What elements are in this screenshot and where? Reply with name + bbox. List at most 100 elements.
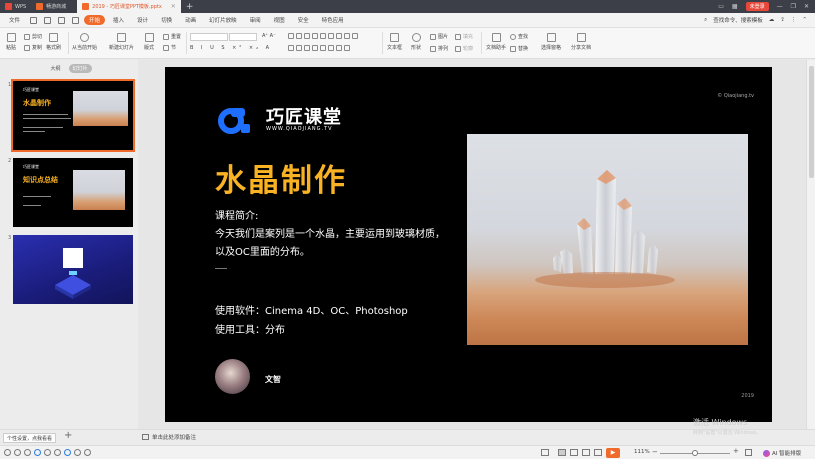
fit-window-icon[interactable] xyxy=(745,449,752,456)
reading-view-icon[interactable] xyxy=(582,449,590,456)
close-icon[interactable]: ✕ xyxy=(804,3,809,10)
ppt-icon xyxy=(82,3,90,10)
status-icon-2[interactable] xyxy=(14,449,21,456)
collapse-icon[interactable]: ⌃ xyxy=(802,17,807,23)
menu-insert[interactable]: 插入 xyxy=(108,15,129,25)
select-pane-button[interactable]: 选择窗格 xyxy=(541,33,561,51)
share-doc-icon xyxy=(576,33,586,42)
slideshow-play-button[interactable]: ▶ xyxy=(606,448,620,458)
shape-button[interactable]: 形状 xyxy=(411,33,421,51)
add-slide-icon[interactable]: + xyxy=(64,430,72,441)
panel-bottom-bar: 个性设置，点我看看 + xyxy=(0,429,138,445)
menu-slideshow[interactable]: 幻灯片放映 xyxy=(204,15,242,25)
status-icon-6[interactable] xyxy=(54,449,61,456)
close-tab-icon[interactable]: ✕ xyxy=(171,3,176,10)
font-size-select[interactable] xyxy=(229,33,257,41)
more-icon[interactable]: ⋮ xyxy=(791,17,797,23)
undo-icon[interactable] xyxy=(58,16,66,24)
tab-outline[interactable]: 大纲 xyxy=(46,64,64,73)
command-search[interactable]: 查找命令、搜索模板 xyxy=(713,16,763,24)
alignment-tools[interactable] xyxy=(288,45,350,51)
zoom-slider-knob[interactable] xyxy=(692,450,698,456)
normal-view-icon[interactable] xyxy=(558,449,566,456)
menu-review[interactable]: 审阅 xyxy=(245,15,266,25)
login-button[interactable]: 未登录 xyxy=(745,2,769,11)
arrange-button[interactable]: 排列 xyxy=(430,45,448,52)
zoom-out-icon[interactable]: − xyxy=(652,448,658,456)
paragraph-tools[interactable] xyxy=(288,33,358,39)
slide-thumbnail-1[interactable]: 巧匠课堂 水晶制作 xyxy=(11,79,135,152)
new-slide-button[interactable]: 新建幻灯片 xyxy=(109,33,134,51)
format-painter-button[interactable]: 格式刷 xyxy=(46,33,61,51)
font-style-buttons[interactable]: B I U S ×² ×₂ A xyxy=(190,45,272,51)
doc-assistant-button[interactable]: 文档助手 xyxy=(486,33,506,51)
vertical-scrollbar[interactable] xyxy=(806,60,815,429)
status-icon-9[interactable] xyxy=(84,449,91,456)
paste-button[interactable]: 粘贴 xyxy=(6,33,16,51)
sorter-view-icon[interactable] xyxy=(570,449,578,456)
grid-icon[interactable]: ▦ xyxy=(732,3,738,10)
new-slide-label: 新建幻灯片 xyxy=(109,45,135,51)
menu-home[interactable]: 开始 xyxy=(84,15,106,25)
copy-button[interactable]: 复制 xyxy=(24,44,42,51)
save-icon[interactable] xyxy=(30,16,38,24)
outline-button[interactable]: 轮廓 xyxy=(455,45,473,52)
fill-button[interactable]: 填充 xyxy=(455,33,473,40)
share-icon[interactable]: ⇪ xyxy=(780,17,785,23)
menu-features[interactable]: 特色应用 xyxy=(317,15,349,25)
new-tab-button[interactable]: + xyxy=(181,2,199,12)
find-button[interactable]: 查找 xyxy=(510,33,528,40)
cut-button[interactable]: 剪切 xyxy=(24,33,42,40)
thumb-number: 2 xyxy=(8,158,12,164)
menu-transition[interactable]: 切换 xyxy=(156,15,177,25)
tab-shop[interactable]: 畅游商城 xyxy=(31,0,77,13)
redo-icon[interactable] xyxy=(72,16,80,24)
paste-icon xyxy=(6,33,16,42)
font-name-select[interactable] xyxy=(190,33,228,41)
menu-design[interactable]: 设计 xyxy=(132,15,153,25)
personalize-button[interactable]: 个性设置，点我看看 xyxy=(3,433,57,443)
slide-thumbnail-3[interactable] xyxy=(13,235,133,304)
share-doc-button[interactable]: 分享文档 xyxy=(571,33,591,51)
picture-button[interactable]: 图片 xyxy=(430,33,448,40)
scroll-thumb[interactable] xyxy=(809,66,814,178)
cut-label: 剪切 xyxy=(32,34,43,40)
zoom-level[interactable]: 111% xyxy=(634,449,650,455)
ai-layout-button[interactable]: AI 智能排版 xyxy=(763,449,801,457)
layout-button[interactable]: 版式 xyxy=(144,33,154,51)
status-icon-1[interactable] xyxy=(4,449,11,456)
notes-toggle-icon[interactable] xyxy=(541,449,549,456)
notes-placeholder[interactable]: 单击此处添加备注 xyxy=(152,433,196,441)
status-icon-3[interactable] xyxy=(24,449,31,456)
grid-view-icon[interactable] xyxy=(594,449,602,456)
thumb-logo: 巧匠课堂 xyxy=(23,164,39,169)
monitor-icon[interactable]: ▭ xyxy=(718,3,724,10)
reset-button[interactable]: 重置 xyxy=(163,33,181,40)
textbox-button[interactable]: 文本框 xyxy=(387,33,402,51)
font-grow-icon[interactable]: A⁺ A⁻ xyxy=(262,33,276,39)
menu-security[interactable]: 安全 xyxy=(293,15,314,25)
tab-wps[interactable]: WPS xyxy=(0,0,31,13)
menu-view[interactable]: 视图 xyxy=(269,15,290,25)
play-from-current-button[interactable]: 从当前开始 xyxy=(72,33,97,51)
status-icon-4[interactable] xyxy=(34,449,41,456)
replace-button[interactable]: 替换 xyxy=(510,45,528,52)
status-icon-5[interactable] xyxy=(44,449,51,456)
tab-document[interactable]: 2019 - 巧匠课堂PPT模板.pptx ✕ xyxy=(77,0,181,13)
menu-animation[interactable]: 动画 xyxy=(180,15,201,25)
section-button[interactable]: 节 xyxy=(163,44,176,51)
slide-thumbnail-2[interactable]: 巧匠课堂 知识点总结 xyxy=(13,158,133,227)
picture-icon xyxy=(430,33,436,40)
status-icon-7[interactable] xyxy=(64,449,71,456)
maximize-icon[interactable]: ❐ xyxy=(791,3,796,10)
format-painter-label: 格式刷 xyxy=(46,45,62,51)
print-icon[interactable] xyxy=(44,16,52,24)
cloud-icon[interactable]: ☁ xyxy=(769,17,775,23)
thumb-title: 水晶制作 xyxy=(23,99,51,107)
tab-slides[interactable]: 幻灯片 xyxy=(68,64,92,73)
minimize-icon[interactable]: — xyxy=(777,3,783,10)
slide-canvas[interactable]: 巧匠课堂 WWW.QIAOJIANG.TV © Qiaojiang.tv 水晶制… xyxy=(165,67,772,422)
menu-file[interactable]: 文件 xyxy=(4,15,25,25)
zoom-in-icon[interactable]: + xyxy=(733,447,739,455)
status-icon-8[interactable] xyxy=(74,449,81,456)
